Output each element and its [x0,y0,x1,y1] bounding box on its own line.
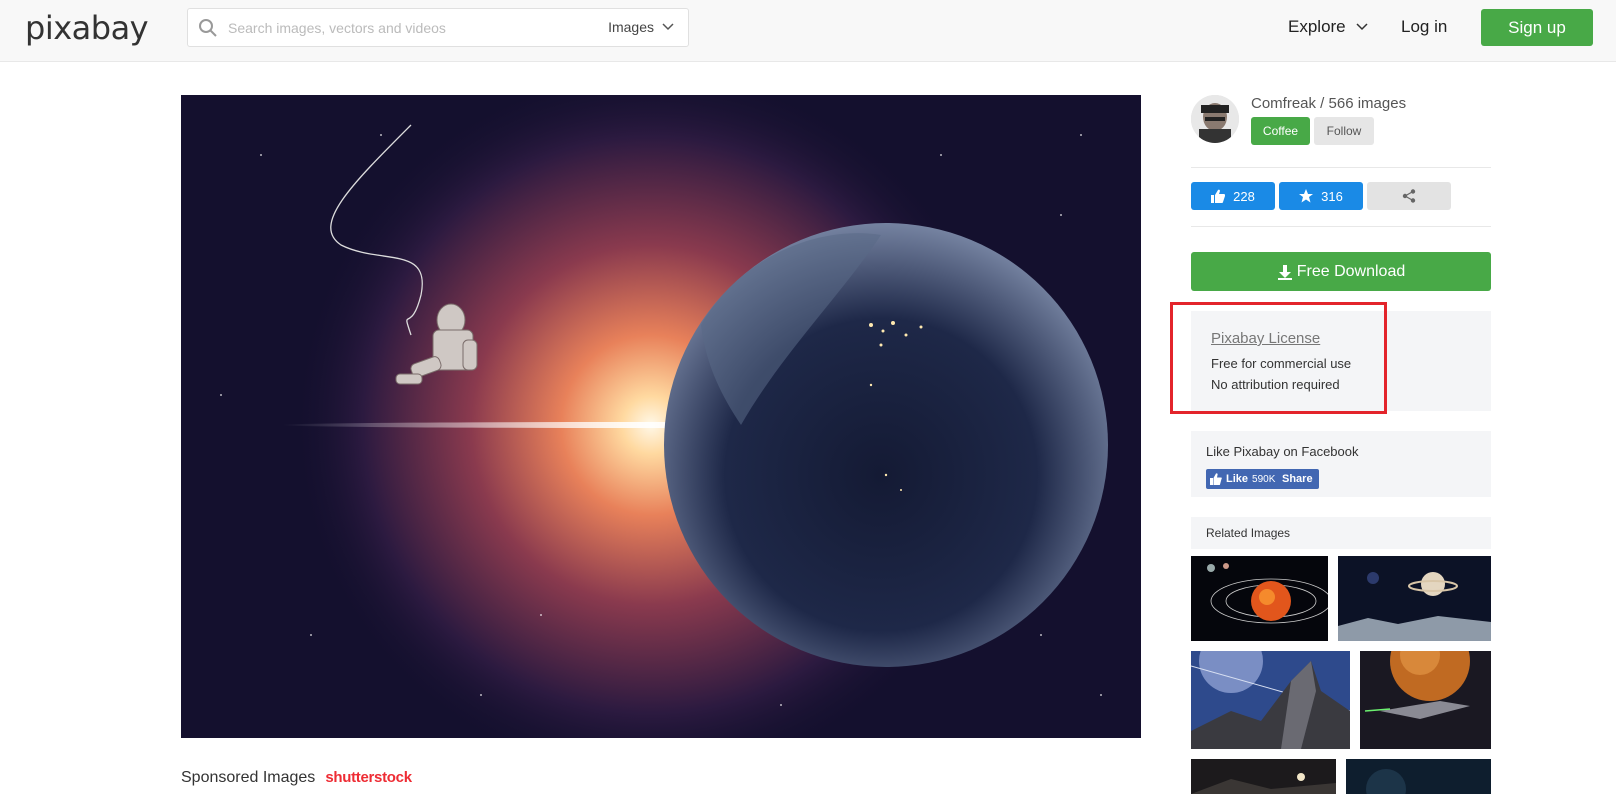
signup-button[interactable]: Sign up [1481,9,1593,46]
thumbs-up-icon [1211,189,1226,203]
related-thumbnail[interactable] [1191,556,1328,641]
divider [1191,226,1491,227]
facebook-like-button[interactable]: Like 590K [1206,469,1282,489]
like-count: 228 [1233,188,1255,204]
related-thumbnail[interactable] [1360,651,1491,749]
sponsored-label: Sponsored Images [181,769,316,786]
top-navbar: pixabay Images Explore Log in Sign up [0,0,1616,62]
main-photo[interactable] [181,95,1141,738]
favorite-count: 316 [1321,188,1343,204]
space-astronaut-earth-image [181,95,1141,738]
share-icon [1402,189,1416,203]
pixabay-logo[interactable]: pixabay [25,9,149,47]
chevron-down-icon [1356,23,1368,31]
facebook-like-label: Like [1226,473,1249,485]
share-button[interactable] [1367,182,1451,210]
like-button[interactable]: 228 [1191,182,1275,210]
coffee-button[interactable]: Coffee [1251,117,1310,145]
chevron-down-icon [662,23,674,31]
related-images-title: Related Images [1206,526,1291,540]
login-link[interactable]: Log in [1401,17,1447,37]
highlight-box [1170,302,1387,414]
facebook-like-count: 590K [1252,473,1276,485]
star-icon [1299,189,1314,203]
search-type-dropdown[interactable]: Images [608,19,674,35]
free-download-button[interactable]: Free Download [1191,252,1491,291]
favorite-button[interactable]: 316 [1279,182,1363,210]
shutterstock-logo[interactable]: shutterstock [325,769,412,786]
search-icon[interactable] [198,18,218,38]
author-panel: Comfreak / 566 images Coffee Follow [1191,95,1491,167]
related-thumbnail[interactable] [1191,759,1336,794]
search-bar[interactable]: Images [187,8,689,47]
search-input[interactable] [228,17,588,39]
free-download-label: Free Download [1296,262,1406,280]
author-name[interactable]: Comfreak / 566 images [1251,95,1406,112]
facebook-icon [1210,473,1222,485]
download-icon [1277,264,1292,280]
sponsored-images: Sponsored Images shutterstock [181,769,412,787]
related-thumbnail[interactable] [1346,759,1491,794]
facebook-title: Like Pixabay on Facebook [1206,444,1359,459]
facebook-widget: Like Pixabay on Facebook Like 590K [1191,431,1491,497]
divider [1191,167,1491,168]
explore-menu[interactable]: Explore [1288,17,1368,37]
related-images-header: Related Images [1191,517,1491,549]
explore-label: Explore [1288,17,1346,36]
related-thumbnail[interactable] [1338,556,1491,641]
follow-button[interactable]: Follow [1314,117,1374,145]
facebook-share-button[interactable]: Share [1276,469,1319,489]
search-type-label: Images [608,19,654,35]
author-avatar[interactable] [1191,95,1239,143]
related-thumbnail[interactable] [1191,651,1350,749]
